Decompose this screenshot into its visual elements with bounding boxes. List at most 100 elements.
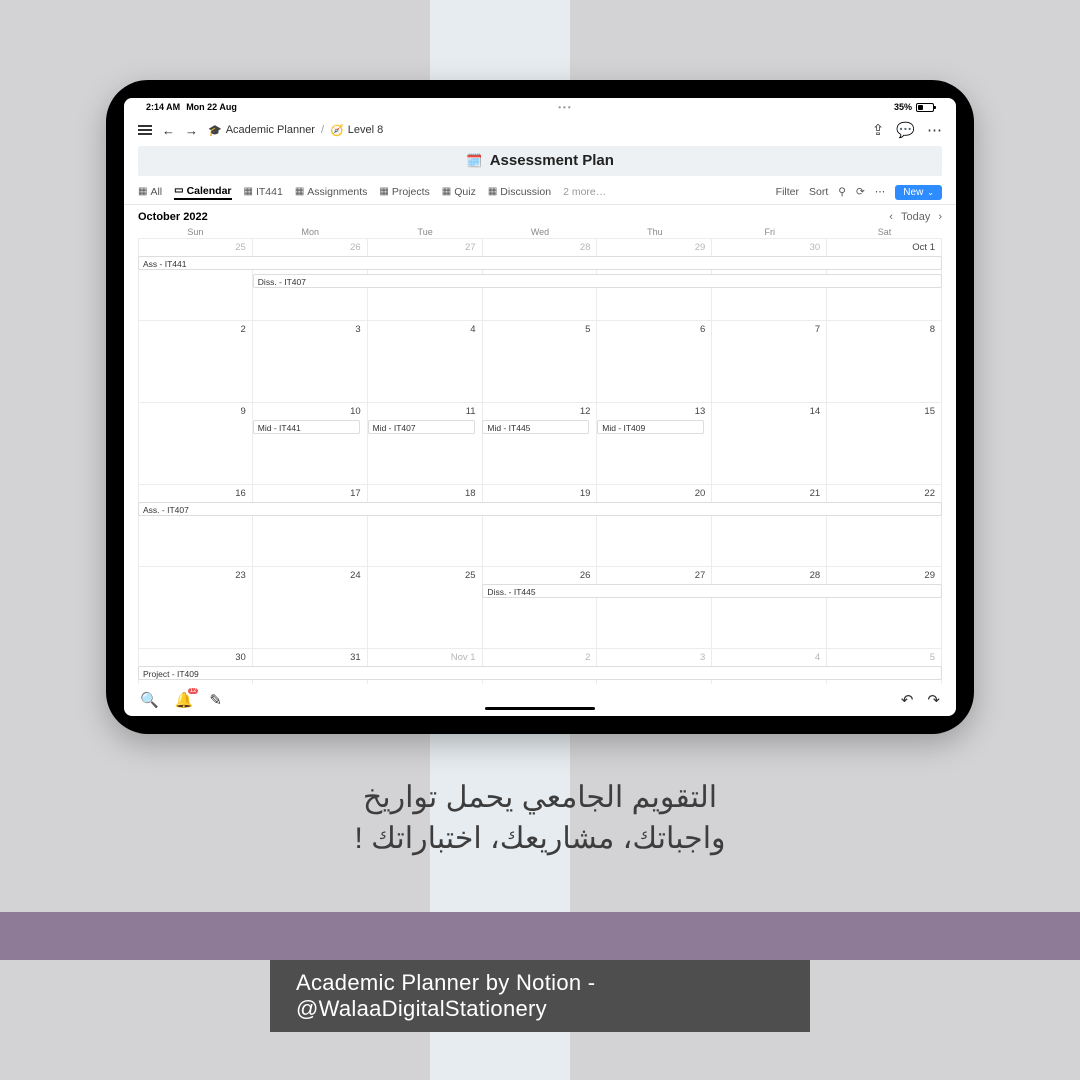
- notifications-icon[interactable]: 🔔12: [175, 691, 194, 709]
- tab-projects[interactable]: ▦Projects: [379, 186, 429, 199]
- event-diss-it445[interactable]: Diss. - IT445: [482, 584, 942, 598]
- page-title: Assessment Plan: [490, 152, 614, 169]
- calendar-icon: 🗓️: [466, 153, 482, 168]
- breadcrumb-sep: /: [319, 124, 326, 136]
- day-cell[interactable]: 10: [253, 402, 368, 484]
- new-button[interactable]: New⌄: [895, 185, 942, 200]
- chevron-down-icon: ⌄: [927, 188, 934, 197]
- event-mid-it445[interactable]: Mid - IT445: [482, 420, 589, 434]
- day-cell[interactable]: 16: [138, 484, 253, 566]
- filter-button[interactable]: Filter: [776, 186, 799, 198]
- table-icon: ▦: [244, 186, 253, 197]
- day-cell[interactable]: 12: [483, 402, 598, 484]
- day-cell[interactable]: 4: [368, 320, 483, 402]
- next-month-button[interactable]: ›: [938, 211, 942, 223]
- calendar-grid: Sun Mon Tue Wed Thu Fri Sat 25 26 27 28 …: [124, 225, 956, 684]
- dayhdr-sun: Sun: [138, 227, 253, 237]
- tab-it441[interactable]: ▦IT441: [244, 186, 283, 199]
- search-icon[interactable]: 🔍: [140, 691, 159, 709]
- lightning-icon[interactable]: ⟳: [856, 186, 865, 198]
- day-cell[interactable]: 3: [253, 320, 368, 402]
- day-cell[interactable]: 25: [138, 238, 253, 320]
- tabs-more[interactable]: 2 more…: [563, 186, 606, 199]
- breadcrumb-leaf[interactable]: Level 8: [348, 124, 383, 136]
- back-button[interactable]: ←: [162, 123, 175, 138]
- accent-stripe: [0, 912, 1080, 960]
- day-headers: Sun Mon Tue Wed Thu Fri Sat: [138, 225, 942, 238]
- event-ass-it441[interactable]: Ass - IT441: [138, 256, 942, 270]
- more-options-icon[interactable]: ⋯: [875, 186, 886, 198]
- day-cell[interactable]: 19: [483, 484, 598, 566]
- day-cell[interactable]: 13: [597, 402, 712, 484]
- tab-discussion[interactable]: ▦Discussion: [488, 186, 551, 199]
- day-cell[interactable]: 25: [368, 566, 483, 648]
- forward-button[interactable]: →: [185, 123, 198, 138]
- breadcrumb-root[interactable]: Academic Planner: [226, 124, 315, 136]
- week-row: 23 24 25 26 27 28 29 Diss. - IT445: [138, 566, 942, 648]
- day-cell[interactable]: 6: [597, 320, 712, 402]
- event-diss-it407[interactable]: Diss. - IT407: [253, 274, 942, 288]
- promo-caption: التقويم الجامعي يحمل تواريخ واجباتك، مشا…: [0, 780, 1080, 856]
- dayhdr-thu: Thu: [597, 227, 712, 237]
- multitask-indicator-icon[interactable]: •••: [558, 103, 572, 112]
- dayhdr-fri: Fri: [712, 227, 827, 237]
- tab-calendar[interactable]: ▭Calendar: [174, 185, 231, 200]
- day-cell[interactable]: 11: [368, 402, 483, 484]
- status-bar: 2:14 AM Mon 22 Aug ••• 35%: [124, 98, 956, 116]
- footer-credit: Academic Planner by Notion - @WalaaDigit…: [270, 960, 810, 1032]
- day-cell[interactable]: 15: [827, 402, 942, 484]
- tab-assignments[interactable]: ▦Assignments: [295, 186, 368, 199]
- event-ass-it407[interactable]: Ass. - IT407: [138, 502, 942, 516]
- calendar-tab-icon: ▭: [174, 185, 183, 196]
- event-project-it409[interactable]: Project - IT409: [138, 666, 942, 680]
- tab-quiz[interactable]: ▦Quiz: [442, 186, 476, 199]
- day-cell[interactable]: 28: [712, 566, 827, 648]
- today-button[interactable]: Today: [901, 211, 930, 223]
- day-cell[interactable]: 24: [253, 566, 368, 648]
- redo-icon[interactable]: ↷: [927, 691, 940, 709]
- week-row: 30 31 Nov 1 2 3 4 5 Project - IT409 Quiz…: [138, 648, 942, 684]
- day-cell[interactable]: 27: [597, 566, 712, 648]
- page-title-bar: 🗓️ Assessment Plan: [138, 146, 942, 176]
- day-cell[interactable]: 21: [712, 484, 827, 566]
- sort-button[interactable]: Sort: [809, 186, 828, 198]
- event-mid-it409[interactable]: Mid - IT409: [597, 420, 704, 434]
- day-cell[interactable]: 23: [138, 566, 253, 648]
- dayhdr-tue: Tue: [368, 227, 483, 237]
- event-mid-it407[interactable]: Mid - IT407: [368, 420, 475, 434]
- day-cell[interactable]: 9: [138, 402, 253, 484]
- caption-line2: واجباتك، مشاريعك، اختباراتك !: [0, 821, 1080, 856]
- dayhdr-wed: Wed: [483, 227, 598, 237]
- more-icon[interactable]: ⋯: [927, 121, 942, 139]
- day-cell[interactable]: 2: [138, 320, 253, 402]
- home-indicator[interactable]: [485, 707, 595, 710]
- day-cell[interactable]: 17: [253, 484, 368, 566]
- day-cell[interactable]: 18: [368, 484, 483, 566]
- dayhdr-sat: Sat: [827, 227, 942, 237]
- day-cell[interactable]: 22: [827, 484, 942, 566]
- caption-line1: التقويم الجامعي يحمل تواريخ: [0, 780, 1080, 815]
- share-icon[interactable]: ⇪: [872, 121, 885, 139]
- tab-all[interactable]: ▦All: [138, 186, 162, 199]
- day-cell[interactable]: 29: [827, 566, 942, 648]
- day-cell[interactable]: 20: [597, 484, 712, 566]
- dayhdr-mon: Mon: [253, 227, 368, 237]
- status-time: 2:14 AM: [146, 102, 180, 112]
- week-row: 16 17 18 19 20 21 22 Ass. - IT407: [138, 484, 942, 566]
- undo-icon[interactable]: ↶: [901, 691, 914, 709]
- comments-icon[interactable]: 💬: [896, 121, 915, 139]
- event-mid-it441[interactable]: Mid - IT441: [253, 420, 360, 434]
- compose-icon[interactable]: ✎: [209, 691, 222, 709]
- day-cell[interactable]: 8: [827, 320, 942, 402]
- battery-icon: [916, 103, 934, 112]
- day-cell[interactable]: 26: [483, 566, 598, 648]
- prev-month-button[interactable]: ‹: [889, 211, 893, 223]
- day-cell[interactable]: 7: [712, 320, 827, 402]
- search-toggle-icon[interactable]: ⚲: [838, 186, 846, 198]
- menu-icon[interactable]: [138, 125, 152, 135]
- day-cell[interactable]: 14: [712, 402, 827, 484]
- breadcrumb[interactable]: 🎓 Academic Planner / 🧭 Level 8: [208, 124, 383, 137]
- day-cell[interactable]: 5: [483, 320, 598, 402]
- calendar-header: October 2022 ‹ Today ›: [124, 205, 956, 225]
- tablet-screen: 2:14 AM Mon 22 Aug ••• 35% ← → 🎓 Academi…: [124, 98, 956, 716]
